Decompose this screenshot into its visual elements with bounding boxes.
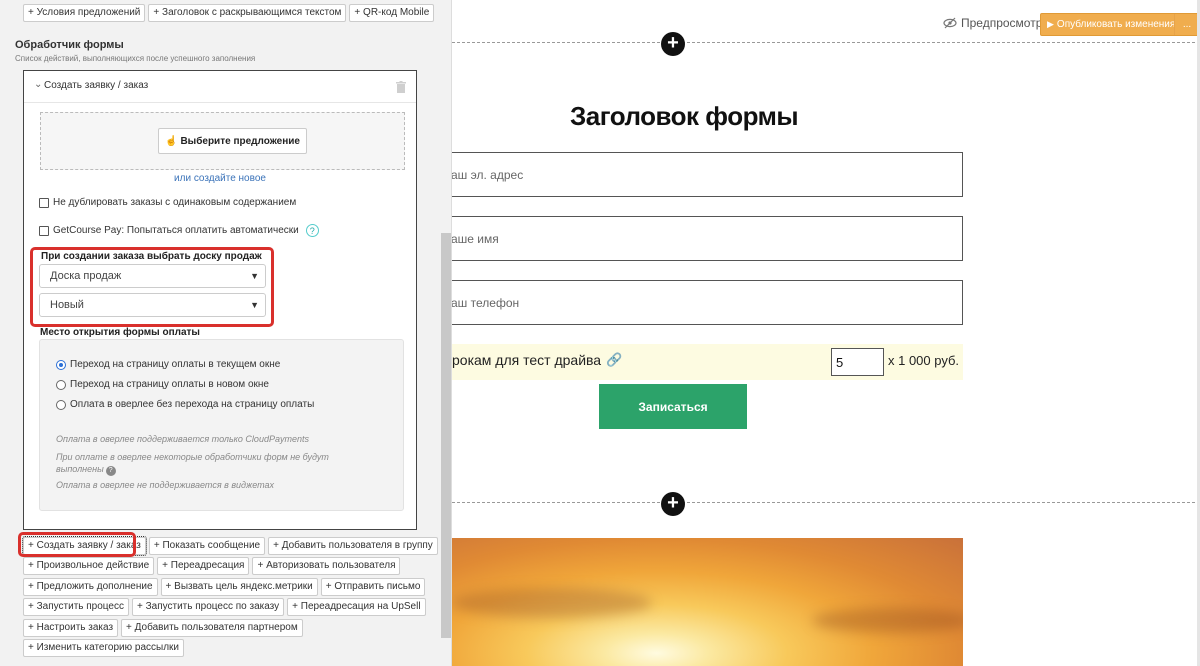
add-send-email-button[interactable]: + Отправить письмо bbox=[320, 578, 426, 596]
getcourse-pay-label: GetCourse Pay: Попытаться оплатить автом… bbox=[53, 225, 299, 236]
settings-panel: + Условия предложений + Заголовок с раск… bbox=[0, 0, 452, 666]
preview-label: Предпросмотр bbox=[961, 16, 1043, 30]
cloud-shape bbox=[812, 608, 963, 633]
payment-options-box: Переход на страницу оплаты в текущем окн… bbox=[39, 339, 404, 511]
preview-button[interactable]: Предпросмотр bbox=[943, 16, 1042, 30]
submit-button[interactable]: Записаться bbox=[599, 384, 747, 429]
create-order-action-card: ⌄ Создать заявку / заказ ☝ Выберите пред… bbox=[23, 70, 417, 530]
product-price: x 1 000 руб. bbox=[888, 353, 960, 368]
link-icon[interactable]: 🔗 bbox=[606, 352, 622, 368]
eye-slash-icon bbox=[943, 17, 957, 29]
add-custom-action-button[interactable]: + Произвольное действие bbox=[23, 557, 155, 575]
phone-placeholder: аш телефон bbox=[452, 295, 520, 310]
no-duplicate-orders-option[interactable]: Не дублировать заказы с одинаковым содер… bbox=[39, 197, 296, 208]
radio-unselected[interactable] bbox=[56, 379, 66, 390]
no-duplicate-orders-label: Не дублировать заказы с одинаковым содер… bbox=[53, 197, 297, 208]
payment-option-label: Переход на страницу оплаты в новом окне bbox=[70, 379, 269, 390]
play-icon: ▶ bbox=[1047, 19, 1054, 29]
product-row: рокам для тест драйва 🔗 5 x 1 000 руб. bbox=[452, 344, 963, 380]
action-buttons-row: + Произвольное действие + Переадресация … bbox=[23, 557, 401, 575]
overlay-note-widgets: Оплата в оверлее не поддерживается в вид… bbox=[56, 480, 274, 490]
overlay-note: Оплата в оверлее поддерживается только C… bbox=[56, 434, 309, 444]
payment-option-label: Переход на страницу оплаты в текущем окн… bbox=[70, 359, 281, 370]
payment-option-overlay[interactable]: Оплата в оверлее без перехода на страниц… bbox=[56, 399, 314, 410]
add-configure-order-button[interactable]: + Настроить заказ bbox=[23, 619, 119, 637]
payment-option-current-window[interactable]: Переход на страницу оплаты в текущем окн… bbox=[56, 359, 280, 370]
action-card-title: Создать заявку / заказ bbox=[44, 80, 149, 91]
payment-form-location-label: Место открытия формы оплаты bbox=[40, 327, 200, 338]
help-icon[interactable]: ? bbox=[105, 466, 116, 476]
hand-pointer-icon: ☝ bbox=[165, 135, 178, 147]
help-icon[interactable]: ? bbox=[305, 224, 319, 237]
highlight-frame bbox=[30, 247, 274, 327]
chevron-down-icon[interactable]: ⌄ bbox=[34, 79, 42, 90]
add-redirect-button[interactable]: + Переадресация bbox=[157, 557, 250, 575]
payment-option-new-window[interactable]: Переход на страницу оплаты в новом окне bbox=[56, 379, 269, 390]
publish-changes-button[interactable]: ▶ Опубликовать изменения ... bbox=[1040, 13, 1200, 36]
highlight-frame bbox=[18, 532, 136, 557]
add-start-process-button[interactable]: + Запустить процесс bbox=[23, 598, 129, 616]
email-placeholder: аш эл. адрес bbox=[452, 167, 524, 182]
action-buttons-row: + Изменить категорию рассылки bbox=[23, 639, 184, 657]
screen: + Условия предложений + Заголовок с раск… bbox=[0, 0, 1200, 666]
product-name[interactable]: рокам для тест драйва 🔗 bbox=[452, 352, 622, 368]
action-card-header[interactable]: ⌄ Создать заявку / заказ bbox=[24, 71, 416, 103]
cloud-shape bbox=[452, 588, 652, 618]
block-divider bbox=[452, 42, 1200, 43]
add-block-button[interactable]: + bbox=[661, 492, 685, 516]
getcourse-pay-checkbox[interactable] bbox=[39, 225, 49, 236]
overlay-note-handlers: При оплате в оверлее некоторые обработчи… bbox=[56, 451, 356, 476]
add-offer-addon-button[interactable]: + Предложить дополнение bbox=[23, 578, 158, 596]
add-offer-conditions-button[interactable]: + Условия предложений bbox=[23, 4, 146, 22]
add-start-order-process-button[interactable]: + Запустить процесс по заказу bbox=[131, 598, 285, 616]
create-new-offer-link[interactable]: или создайте новое bbox=[24, 173, 416, 184]
no-duplicate-orders-checkbox[interactable] bbox=[39, 197, 49, 208]
form-title[interactable]: Заголовок формы bbox=[570, 101, 799, 132]
radio-selected[interactable] bbox=[56, 359, 66, 370]
radio-unselected[interactable] bbox=[56, 399, 66, 410]
top-block-buttons: + Условия предложений + Заголовок с раск… bbox=[23, 4, 435, 22]
email-field[interactable]: аш эл. адрес bbox=[452, 152, 963, 197]
block-divider bbox=[452, 502, 1200, 503]
add-qr-code-button[interactable]: + QR-код Mobile bbox=[349, 4, 435, 22]
action-buttons-row: + Настроить заказ + Добавить пользовател… bbox=[23, 619, 303, 637]
choose-offer-label: Выберите предложение bbox=[180, 135, 300, 147]
getcourse-pay-option[interactable]: GetCourse Pay: Попытаться оплатить автом… bbox=[39, 224, 319, 237]
page-canvas: + Предпросмотр ▶ Опубликовать изменения … bbox=[452, 0, 1200, 666]
add-yandex-goal-button[interactable]: + Вызвать цель яндекс.метрики bbox=[160, 578, 318, 596]
form-handler-title: Обработчик формы bbox=[15, 39, 124, 51]
offer-dropzone: ☝ Выберите предложение bbox=[40, 112, 405, 170]
sunset-image bbox=[452, 538, 963, 666]
add-partner-user-button[interactable]: + Добавить пользователя партнером bbox=[121, 619, 303, 637]
trash-icon[interactable] bbox=[396, 81, 406, 93]
add-upsell-redirect-button[interactable]: + Переадресация на UpSell bbox=[287, 598, 426, 616]
payment-option-label: Оплата в оверлее без перехода на страниц… bbox=[70, 399, 315, 410]
form-handler-description: Список действий, выполняющихся после усп… bbox=[15, 54, 256, 63]
phone-field[interactable]: аш телефон bbox=[452, 280, 963, 325]
add-block-button[interactable]: + bbox=[661, 32, 685, 56]
product-name-text: рокам для тест драйва bbox=[452, 352, 602, 368]
publish-label: Опубликовать изменения bbox=[1056, 19, 1176, 30]
add-authorize-user-button[interactable]: + Авторизовать пользователя bbox=[252, 557, 401, 575]
panel-scrollbar-thumb[interactable] bbox=[441, 233, 451, 638]
overlay-note-text: При оплате в оверлее некоторые обработчи… bbox=[56, 452, 329, 474]
add-show-message-button[interactable]: + Показать сообщение bbox=[148, 537, 266, 555]
add-expandable-header-button[interactable]: + Заголовок с раскрывающимся текстом bbox=[148, 4, 347, 22]
publish-more-button[interactable]: ... bbox=[1174, 14, 1199, 35]
action-buttons-row: + Запустить процесс + Запустить процесс … bbox=[23, 598, 426, 616]
name-placeholder: аше имя bbox=[452, 231, 499, 246]
add-user-to-group-button[interactable]: + Добавить пользователя в группу bbox=[268, 537, 438, 555]
quantity-input[interactable]: 5 bbox=[831, 348, 884, 376]
choose-offer-button[interactable]: ☝ Выберите предложение bbox=[158, 128, 307, 154]
add-change-mailing-category-button[interactable]: + Изменить категорию рассылки bbox=[23, 639, 184, 657]
action-buttons-row: + Предложить дополнение + Вызвать цель я… bbox=[23, 578, 426, 596]
name-field[interactable]: аше имя bbox=[452, 216, 963, 261]
